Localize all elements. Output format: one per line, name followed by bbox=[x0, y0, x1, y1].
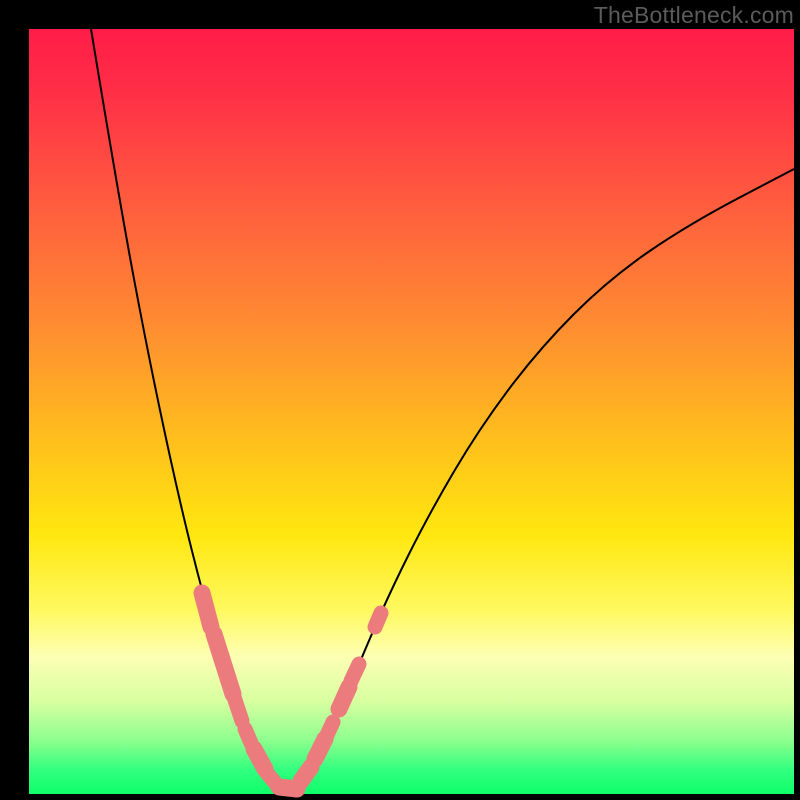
chart-data-pills bbox=[194, 585, 388, 797]
chart-frame: TheBottleneck.com bbox=[0, 0, 800, 800]
curve-right bbox=[287, 169, 794, 791]
curve-left bbox=[91, 29, 287, 791]
chart-curves bbox=[91, 29, 794, 791]
data-pill bbox=[344, 657, 366, 688]
chart-svg bbox=[29, 29, 794, 794]
data-pill bbox=[368, 606, 388, 634]
watermark-text: TheBottleneck.com bbox=[594, 2, 794, 29]
data-pill bbox=[320, 715, 340, 742]
chart-plot-area bbox=[29, 29, 794, 794]
